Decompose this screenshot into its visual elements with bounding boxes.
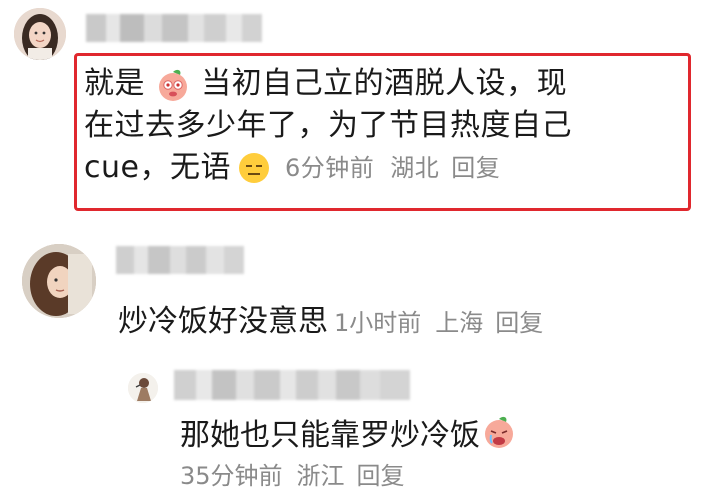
speechless-face-emoji-icon: [237, 151, 271, 185]
comment-body: 就是 当初自己立的酒脱人设，现 在过去多少年了，为了节目热度自己 cue，无语: [84, 63, 684, 189]
comment-location: 浙江: [296, 462, 345, 490]
avatar-portrait-icon: [22, 244, 96, 318]
avatar[interactable]: [128, 373, 158, 403]
comment-text: 就是: [84, 66, 145, 101]
reply-button[interactable]: 回复: [357, 456, 405, 491]
comment-meta: 35分钟前 浙江 回复: [180, 456, 405, 491]
comment-time: 35分钟前: [180, 462, 283, 490]
comment-line-3: cue，无语 6分钟前 湖北 回复: [84, 147, 684, 189]
reply-button[interactable]: 回复: [451, 147, 500, 189]
comment-time: 6分钟前: [284, 154, 375, 182]
comment-time: 1小时前: [334, 309, 422, 337]
peach-cry-emoji-icon: [482, 415, 516, 449]
comment-body: 那她也只能靠罗炒冷饭: [180, 410, 516, 454]
comment-location: 湖北: [390, 154, 440, 182]
reply-button[interactable]: 回复: [495, 303, 543, 338]
avatar[interactable]: [22, 244, 96, 318]
comment-line-2: 在过去多少年了，为了节目热度自己: [84, 108, 572, 143]
comment-location: 上海: [435, 309, 484, 337]
comment-text: 当初自己立的酒脱人设，现: [201, 66, 568, 101]
comment-body: 炒冷饭好没意思 1小时前 上海 回复: [118, 296, 543, 340]
avatar-figure-icon: [128, 373, 158, 403]
comment-text: cue，无语: [84, 150, 231, 185]
comment-line-1: 就是 当初自己立的酒脱人设，现: [84, 63, 684, 105]
username-blurred[interactable]: [174, 370, 410, 400]
avatar[interactable]: [14, 8, 66, 60]
peach-smile-emoji-icon: [156, 68, 190, 102]
username-blurred[interactable]: [116, 246, 244, 274]
username-blurred[interactable]: [86, 14, 262, 42]
comment-text: 那她也只能靠罗炒冷饭: [180, 418, 480, 453]
comment-text: 炒冷饭好没意思: [118, 304, 328, 339]
avatar-portrait-icon: [14, 8, 66, 60]
